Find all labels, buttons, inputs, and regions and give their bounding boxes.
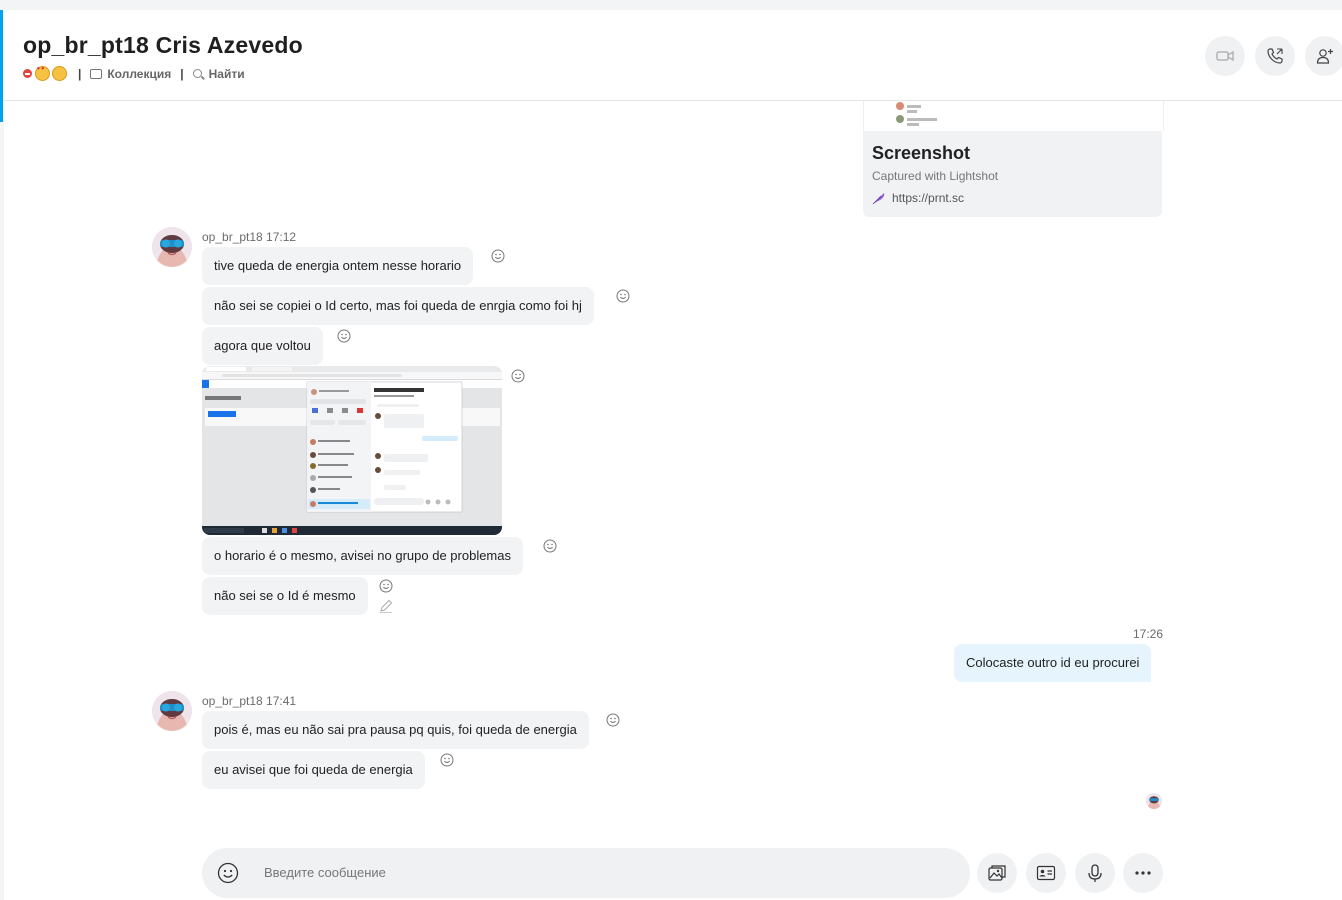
link-preview-card[interactable]: Screenshot Captured with Lightshot https… bbox=[863, 101, 1164, 217]
link-preview-title: Screenshot bbox=[872, 143, 971, 163]
image-attachment[interactable] bbox=[202, 366, 502, 535]
contact-card-icon bbox=[1036, 865, 1056, 881]
more-options-icon bbox=[1135, 871, 1151, 875]
send-contact-button[interactable] bbox=[1026, 853, 1066, 893]
add-reaction-icon[interactable] bbox=[491, 249, 505, 263]
search-icon bbox=[192, 69, 202, 78]
more-options-button[interactable] bbox=[1123, 853, 1163, 893]
link-preview-subtitle: Captured with Lightshot bbox=[872, 169, 999, 183]
emoji-icon[interactable] bbox=[217, 862, 239, 884]
separator: | bbox=[78, 66, 82, 81]
add-reaction-icon[interactable] bbox=[511, 369, 525, 383]
link-preview-url-row[interactable]: https://prnt.sc bbox=[872, 191, 964, 205]
avatar-image bbox=[1146, 793, 1162, 809]
contact-avatar[interactable] bbox=[152, 691, 192, 731]
selection-accent bbox=[0, 10, 3, 122]
separator: | bbox=[180, 66, 184, 81]
record-audio-button[interactable] bbox=[1075, 853, 1115, 893]
gallery-link[interactable]: Коллекция bbox=[107, 67, 171, 81]
add-reaction-icon[interactable] bbox=[440, 753, 454, 767]
message-composer[interactable]: Введите сообщение bbox=[202, 848, 970, 898]
add-reaction-icon[interactable] bbox=[543, 539, 557, 553]
microphone-icon bbox=[1088, 864, 1102, 882]
edited-pencil-icon bbox=[380, 599, 393, 613]
add-reaction-icon[interactable] bbox=[379, 579, 393, 593]
contact-avatar[interactable] bbox=[152, 227, 192, 267]
video-call-icon bbox=[1216, 50, 1234, 62]
chat-header: op_br_pt18 Cris Azevedo | Коллекция | На… bbox=[4, 10, 1342, 101]
message-bubble[interactable]: pois é, mas eu não sai pra pausa pq quis… bbox=[202, 711, 589, 749]
link-preview-url[interactable]: https://prnt.sc bbox=[892, 191, 964, 205]
add-people-icon bbox=[1316, 49, 1333, 64]
phone-call-icon bbox=[1267, 48, 1283, 64]
outgoing-message-bubble[interactable]: Colocaste outro id eu procurei bbox=[954, 644, 1152, 682]
smiling-emoji-icon bbox=[52, 66, 67, 81]
send-media-button[interactable] bbox=[977, 853, 1017, 893]
message-bubble[interactable]: não sei se o Id é mesmo bbox=[202, 577, 368, 615]
heart-eyes-emoji-icon bbox=[35, 66, 50, 81]
message-bubble[interactable]: eu avisei que foi queda de energia bbox=[202, 751, 425, 789]
message-time: 17:26 bbox=[1133, 627, 1164, 641]
message-bubble[interactable]: tive queda de energia ontem nesse horari… bbox=[202, 247, 474, 285]
add-reaction-icon[interactable] bbox=[616, 289, 630, 303]
media-gallery-icon bbox=[988, 865, 1006, 881]
message-sender-time: op_br_pt18 17:41 bbox=[202, 694, 297, 708]
add-reaction-icon[interactable] bbox=[606, 713, 620, 727]
audio-call-button[interactable] bbox=[1255, 36, 1295, 76]
gallery-icon bbox=[90, 68, 103, 79]
video-call-button[interactable] bbox=[1205, 36, 1245, 76]
add-reaction-icon[interactable] bbox=[337, 329, 351, 343]
avatar-image bbox=[152, 691, 192, 731]
lightshot-feather-icon bbox=[872, 193, 885, 205]
add-people-button[interactable] bbox=[1305, 36, 1342, 76]
message-bubble[interactable]: agora que voltou bbox=[202, 327, 323, 365]
link-preview-thumbnail bbox=[863, 101, 1164, 131]
message-bubble[interactable]: não sei se copiei o Id certo, mas foi qu… bbox=[202, 287, 594, 325]
chat-subheader: | Коллекция | Найти bbox=[23, 66, 245, 81]
chat-title[interactable]: op_br_pt18 Cris Azevedo bbox=[23, 32, 303, 59]
busy-status-icon bbox=[23, 69, 32, 78]
message-list[interactable]: Screenshot Captured with Lightshot https… bbox=[4, 101, 1342, 841]
message-bubble[interactable]: o horario é o mesmo, avisei no grupo de … bbox=[202, 537, 523, 575]
read-receipt-avatar bbox=[1146, 793, 1162, 809]
screenshot-thumbnail bbox=[202, 366, 502, 535]
message-input[interactable]: Введите сообщение bbox=[264, 848, 386, 898]
avatar-image bbox=[152, 227, 192, 267]
find-link[interactable]: Найти bbox=[209, 67, 245, 81]
message-sender-time: op_br_pt18 17:12 bbox=[202, 230, 297, 244]
